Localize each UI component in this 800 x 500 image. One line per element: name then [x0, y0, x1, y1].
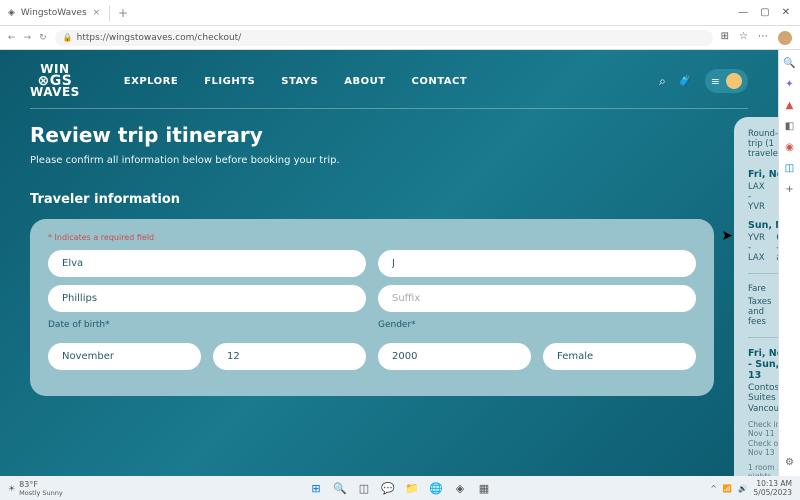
page-subtitle: Please confirm all information below bef…	[30, 155, 714, 166]
sidebar-add-icon[interactable]: +	[785, 184, 793, 195]
sun-icon: ☀	[8, 484, 15, 493]
sidebar-icon[interactable]: ◉	[785, 142, 794, 153]
last-name-input[interactable]	[48, 285, 366, 312]
extensions-icon[interactable]: ⊞	[721, 31, 729, 45]
flight-leg-1: Fri, Nov 11 LAX - YVR5:20 pm - 8:12	[748, 169, 778, 212]
search-sidebar-icon[interactable]: 🔍	[783, 58, 795, 69]
room-text: 1 room x 3 nights	[748, 463, 778, 476]
chat-icon[interactable]: 💬	[380, 480, 396, 496]
task-search-icon[interactable]: 🔍	[332, 480, 348, 496]
forward-icon[interactable]: →	[24, 33, 32, 43]
browser-tab[interactable]: ◈ WingstoWaves ×	[0, 5, 110, 21]
required-note: * Indicates a required field	[48, 233, 696, 242]
hotel-city: Vancouver	[748, 404, 778, 414]
fare-label: Fare	[748, 284, 766, 294]
checkin-text: Check in: Fri, Nov 11	[748, 420, 778, 438]
search-icon[interactable]: ⌕	[659, 74, 666, 89]
dob-label: Date of birth*	[48, 320, 366, 330]
sidebar-icon[interactable]: ◫	[785, 163, 794, 174]
maximize-icon[interactable]: ▢	[760, 7, 769, 18]
start-icon[interactable]: ⊞	[308, 480, 324, 496]
refresh-icon[interactable]: ↻	[39, 33, 47, 43]
task-view-icon[interactable]: ◫	[356, 480, 372, 496]
app-icon[interactable]: ◈	[452, 480, 468, 496]
nav-stays[interactable]: STAYS	[281, 76, 318, 87]
favorites-icon[interactable]: ☆	[739, 31, 748, 45]
explorer-icon[interactable]: 📁	[404, 480, 420, 496]
nav-contact[interactable]: CONTACT	[412, 76, 468, 87]
page-content: WIN ⊗GS WAVES EXPLORE FLIGHTS STAYS ABOU…	[0, 50, 778, 476]
dob-day-input[interactable]	[213, 343, 366, 370]
trip-summary: Round-trip (1 traveler) Edit search Fri,…	[734, 117, 778, 476]
checkout-text: Check out: Sun, Nov 13	[748, 439, 778, 457]
trip-type: Round-trip (1 traveler)	[748, 129, 778, 159]
close-icon[interactable]: ×	[93, 8, 101, 18]
suffix-input[interactable]	[378, 285, 696, 312]
hamburger-icon: ≡	[711, 75, 720, 88]
header-divider	[30, 108, 748, 109]
profile-avatar[interactable]	[778, 31, 792, 45]
tax-label: Taxes and fees	[748, 297, 778, 327]
lock-icon: 🔒	[63, 33, 73, 42]
stay-dates: Fri, Nov 11 - Sun, Nov 13	[748, 348, 778, 381]
main-nav: EXPLORE FLIGHTS STAYS ABOUT CONTACT	[124, 76, 467, 87]
tray-chevron-icon[interactable]: ^	[711, 484, 717, 493]
sidebar-icon[interactable]: ▲	[786, 100, 794, 111]
user-avatar-icon	[726, 73, 742, 89]
first-name-input[interactable]	[48, 250, 366, 277]
page-title: Review trip itinerary	[30, 123, 714, 147]
gender-label: Gender*	[378, 320, 696, 330]
tab-favicon: ◈	[8, 8, 15, 18]
weather-widget[interactable]: ☀ 83°FMostly Sunny	[8, 480, 63, 497]
app-icon[interactable]: ▦	[476, 480, 492, 496]
site-header: WIN ⊗GS WAVES EXPLORE FLIGHTS STAYS ABOU…	[0, 50, 778, 108]
sidebar-icon[interactable]: ◧	[785, 121, 794, 132]
nav-about[interactable]: ABOUT	[344, 76, 385, 87]
edge-sidebar: 🔍 ✦ ▲ ◧ ◉ ◫ + ⚙	[778, 50, 800, 476]
logo[interactable]: WIN ⊗GS WAVES	[30, 64, 80, 98]
address-bar: ← → ↻ 🔒 https://wingstowaves.com/checkou…	[0, 26, 800, 50]
nav-explore[interactable]: EXPLORE	[124, 76, 178, 87]
edge-icon[interactable]: 🌐	[428, 480, 444, 496]
url-input[interactable]: 🔒 https://wingstowaves.com/checkout/	[55, 30, 713, 46]
minimize-icon[interactable]: —	[738, 7, 748, 18]
tab-title: WingstoWaves	[21, 8, 87, 18]
back-icon[interactable]: ←	[8, 33, 16, 43]
url-text: https://wingstowaves.com/checkout/	[77, 33, 242, 43]
traveler-form: * Indicates a required field Date of bir…	[30, 219, 714, 396]
hotel-name: Contoso Suites	[748, 383, 778, 403]
user-menu[interactable]: ≡	[705, 69, 748, 93]
close-window-icon[interactable]: ✕	[782, 7, 790, 18]
new-tab-button[interactable]: +	[110, 6, 136, 20]
settings-icon[interactable]: ⚙	[785, 457, 794, 468]
flight-leg-2: Sun, Nov 13 YVR - LAX6:45 am - 11:38 am	[748, 220, 778, 263]
dob-year-input[interactable]	[378, 343, 531, 370]
middle-initial-input[interactable]	[378, 250, 696, 277]
wifi-icon[interactable]: 📶	[723, 484, 732, 493]
gender-input[interactable]	[543, 343, 696, 370]
nav-flights[interactable]: FLIGHTS	[204, 76, 255, 87]
menu-icon[interactable]: ⋯	[758, 31, 768, 45]
volume-icon[interactable]: 🔊	[738, 484, 747, 493]
browser-titlebar: ◈ WingstoWaves × + — ▢ ✕	[0, 0, 800, 26]
sidebar-icon[interactable]: ✦	[785, 79, 793, 90]
taskbar: ☀ 83°FMostly Sunny ⊞ 🔍 ◫ 💬 📁 🌐 ◈ ▦ ^ 📶 🔊…	[0, 476, 800, 500]
suitcase-icon[interactable]: 🧳	[678, 74, 693, 88]
dob-month-input[interactable]	[48, 343, 201, 370]
section-heading: Traveler information	[30, 192, 714, 207]
